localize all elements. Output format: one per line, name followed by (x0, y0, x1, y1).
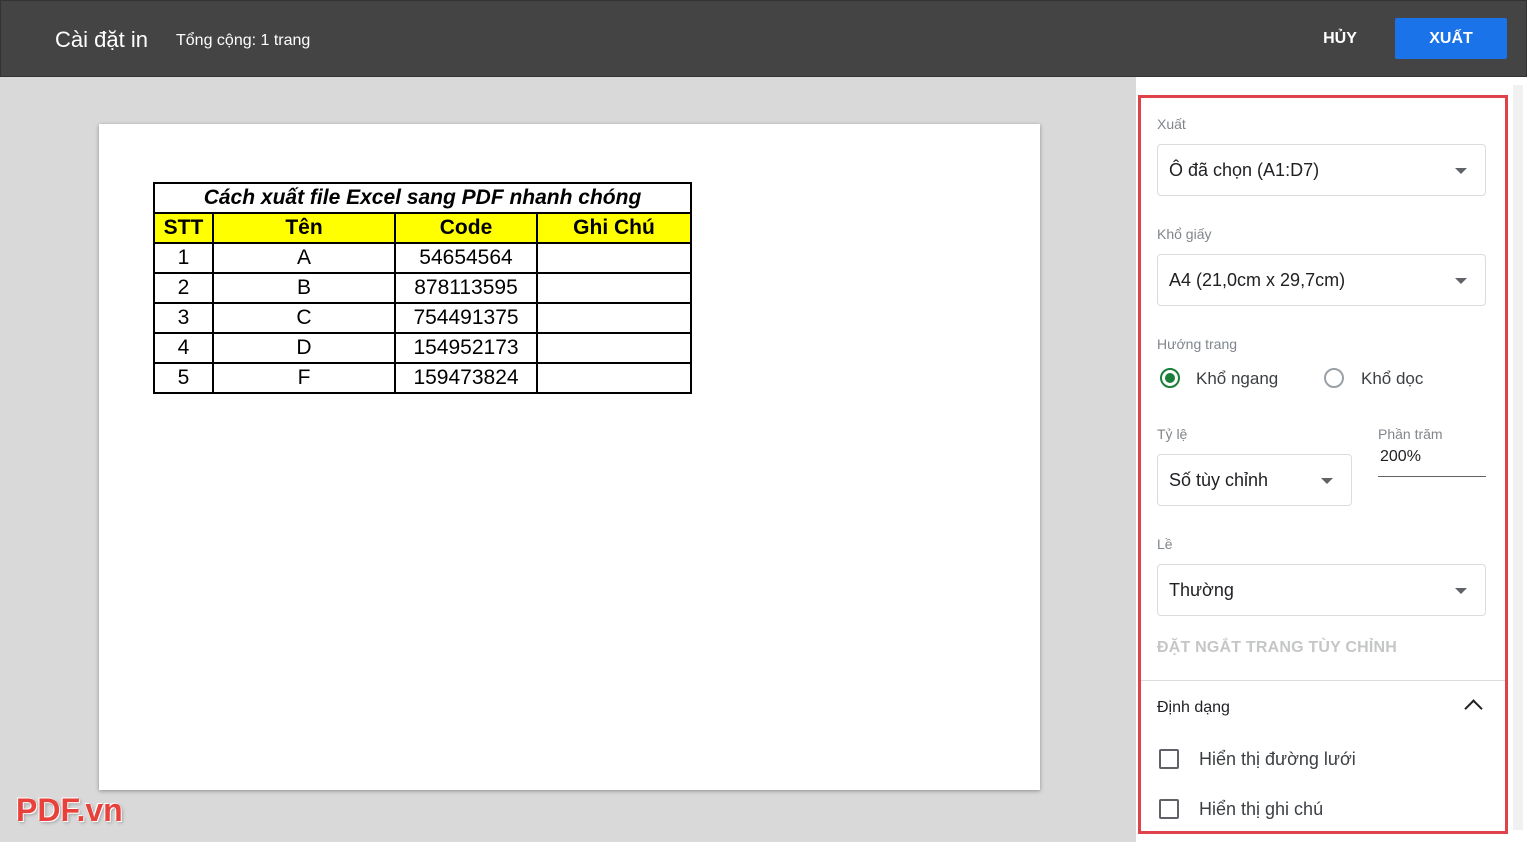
portrait-label[interactable]: Khổ dọc (1361, 369, 1423, 389)
table-cell (536, 302, 692, 334)
scale-label: Tỷ lệ (1157, 426, 1188, 442)
panel-scrollbar[interactable] (1513, 85, 1523, 830)
portrait-radio[interactable] (1324, 368, 1344, 388)
table-row: 1 A 54654564 (153, 242, 692, 274)
table-cell: 154952173 (394, 332, 538, 364)
show-notes-label[interactable]: Hiển thị ghi chú (1199, 799, 1323, 820)
table-cell: D (212, 332, 396, 364)
table-header-row: STT Tên Code Ghi Chú (153, 212, 692, 244)
page-count-text: Tổng cộng: 1 trang (176, 32, 311, 49)
dropdown-caret-icon (1455, 168, 1467, 174)
paper-size-value: A4 (21,0cm x 29,7cm) (1169, 270, 1346, 290)
scale-select[interactable]: Số tùy chỉnh (1157, 454, 1352, 506)
export-button[interactable]: XUẤT (1395, 18, 1507, 59)
margins-value: Thường (1169, 580, 1234, 600)
spreadsheet-table: Cách xuất file Excel sang PDF nhanh chón… (153, 182, 692, 394)
section-divider (1138, 680, 1508, 681)
column-header: Code (394, 212, 538, 244)
landscape-label[interactable]: Khổ ngang (1196, 369, 1278, 389)
table-cell: 3 (153, 302, 214, 334)
show-notes-checkbox[interactable] (1159, 799, 1179, 819)
table-cell: 2 (153, 272, 214, 304)
preview-page: Cách xuất file Excel sang PDF nhanh chón… (99, 124, 1040, 790)
table-cell (536, 332, 692, 364)
table-cell: 1 (153, 242, 214, 274)
format-section-title[interactable]: Định dạng (1157, 699, 1230, 717)
column-header: Tên (212, 212, 396, 244)
table-row: 3 C 754491375 (153, 302, 692, 334)
margins-select[interactable]: Thường (1157, 564, 1486, 616)
paper-size-label: Khổ giấy (1157, 226, 1212, 242)
table-cell: 4 (153, 332, 214, 364)
top-bar: Cài đặt in Tổng cộng: 1 trang HỦY XUẤT (0, 0, 1527, 77)
custom-page-breaks-button[interactable]: ĐẶT NGẮT TRANG TÙY CHỈNH (1157, 639, 1397, 657)
show-gridlines-checkbox[interactable] (1159, 749, 1179, 769)
table-cell (536, 242, 692, 274)
dropdown-caret-icon (1455, 588, 1467, 594)
table-cell: C (212, 302, 396, 334)
table-row: 4 D 154952173 (153, 332, 692, 364)
page-title: Cài đặt in (55, 27, 148, 52)
table-cell: 878113595 (394, 272, 538, 304)
landscape-radio[interactable] (1160, 368, 1180, 388)
column-header: Ghi Chú (536, 212, 692, 244)
export-range-select[interactable]: Ô đã chọn (A1:D7) (1157, 144, 1486, 196)
percent-input[interactable]: 200% (1380, 448, 1421, 466)
scale-value: Số tùy chỉnh (1169, 470, 1269, 490)
export-range-value: Ô đã chọn (A1:D7) (1169, 160, 1320, 180)
table-row: 5 F 159473824 (153, 362, 692, 394)
table-cell: 5 (153, 362, 214, 394)
table-cell (536, 272, 692, 304)
table-cell: F (212, 362, 396, 394)
column-header: STT (153, 212, 214, 244)
paper-size-select[interactable]: A4 (21,0cm x 29,7cm) (1157, 254, 1486, 306)
table-cell: 159473824 (394, 362, 538, 394)
table-title: Cách xuất file Excel sang PDF nhanh chón… (153, 182, 692, 214)
orientation-label: Hướng trang (1157, 336, 1238, 352)
table-row: 2 B 878113595 (153, 272, 692, 304)
show-gridlines-label[interactable]: Hiển thị đường lưới (1199, 749, 1356, 770)
table-cell: 54654564 (394, 242, 538, 274)
percent-label: Phần trăm (1378, 426, 1443, 442)
margins-label: Lề (1157, 536, 1173, 552)
dropdown-caret-icon (1321, 478, 1333, 484)
table-cell: 754491375 (394, 302, 538, 334)
table-cell (536, 362, 692, 394)
percent-input-underline (1378, 476, 1486, 477)
table-cell: B (212, 272, 396, 304)
cancel-button[interactable]: HỦY (1301, 21, 1379, 57)
watermark-logo: PDF.vn (16, 792, 123, 828)
dropdown-caret-icon (1455, 278, 1467, 284)
table-cell: A (212, 242, 396, 274)
export-label: Xuất (1157, 116, 1186, 132)
